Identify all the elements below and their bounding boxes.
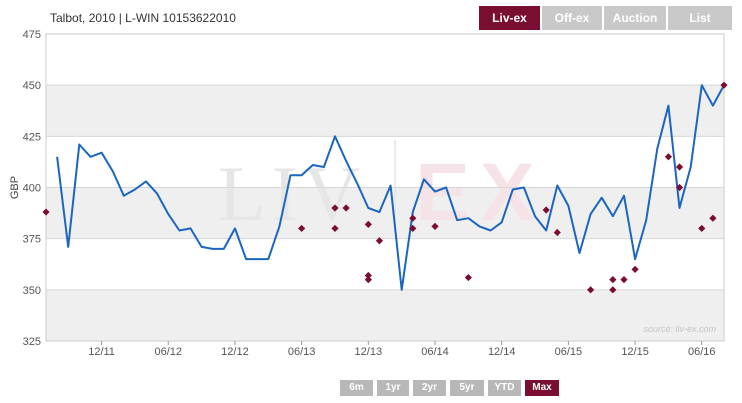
x-tick-label: 12/13 <box>355 346 383 358</box>
range-5yr-button[interactable]: 5yr <box>450 380 484 396</box>
x-tick-label: 12/11 <box>88 346 115 358</box>
x-tick-label: 12/14 <box>488 346 516 358</box>
x-tick-label: 12/12 <box>221 346 249 358</box>
x-tick-label: 06/16 <box>688 346 716 358</box>
y-tick-label: 425 <box>23 131 41 143</box>
y-tick-label: 375 <box>23 234 41 246</box>
plot-band <box>46 289 724 341</box>
plot-band <box>46 136 724 188</box>
y-axis-label: GBP <box>9 176 21 199</box>
x-tick-label: 06/14 <box>421 346 449 358</box>
y-tick-label: 450 <box>23 80 41 92</box>
y-tick-label: 350 <box>23 285 41 297</box>
range-2yr-button[interactable]: 2yr <box>413 380 446 396</box>
range-1yr-button[interactable]: 1yr <box>377 380 409 396</box>
source-label: source: liv-ex.com <box>643 324 716 334</box>
plot-band <box>46 238 724 290</box>
price-chart: LIV EX32535037540042545047512/11 06/12 12/1… <box>9 29 728 358</box>
y-tick-label: 400 <box>23 183 41 195</box>
plot-band <box>46 34 724 86</box>
x-tick-label: 12/15 <box>621 346 649 358</box>
range-6m-button[interactable]: 6m <box>340 380 373 396</box>
x-tick-label: 06/12 <box>154 346 182 358</box>
plot-band <box>46 85 724 137</box>
range-max-button[interactable]: Max <box>525 380 559 396</box>
plot-band <box>46 187 724 239</box>
x-tick-label: 06/13 <box>288 346 316 358</box>
y-tick-label: 325 <box>23 336 41 348</box>
range-ytd-button[interactable]: YTD <box>488 380 521 396</box>
watermark-liv: LIV <box>218 150 366 237</box>
x-tick-label: 06/15 <box>555 346 583 358</box>
y-tick-label: 475 <box>23 29 41 41</box>
range-selector: 6m 1yr 2yr 5yr YTD Max <box>340 380 559 396</box>
